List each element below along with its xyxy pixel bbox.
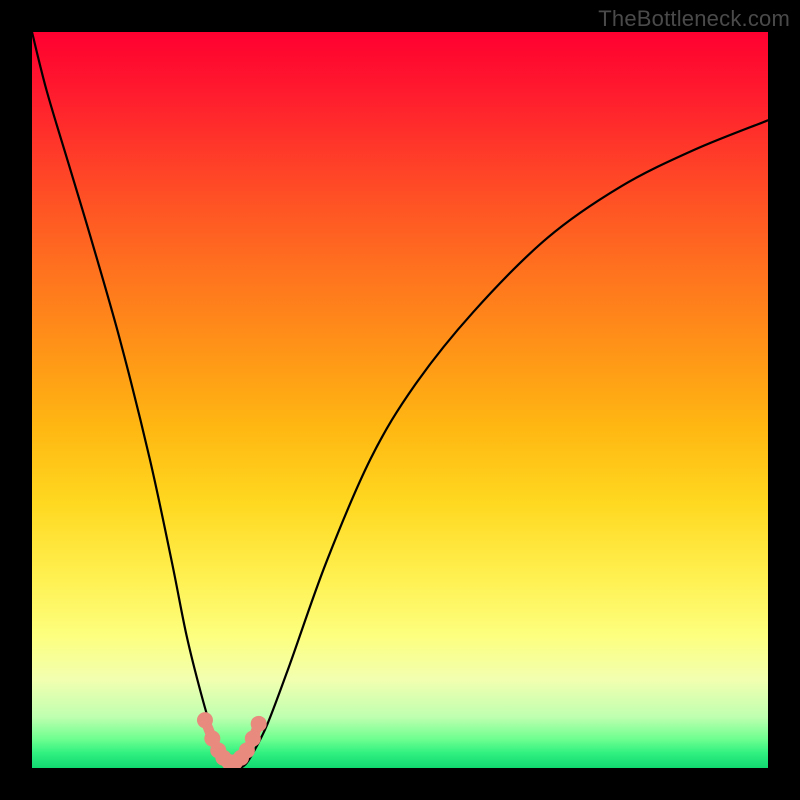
curve-layer (32, 32, 768, 768)
plot-area (32, 32, 768, 768)
dip-markers (197, 712, 267, 768)
chart-frame: TheBottleneck.com (0, 0, 800, 800)
bottleneck-curve (32, 32, 768, 768)
watermark-text: TheBottleneck.com (598, 6, 790, 32)
